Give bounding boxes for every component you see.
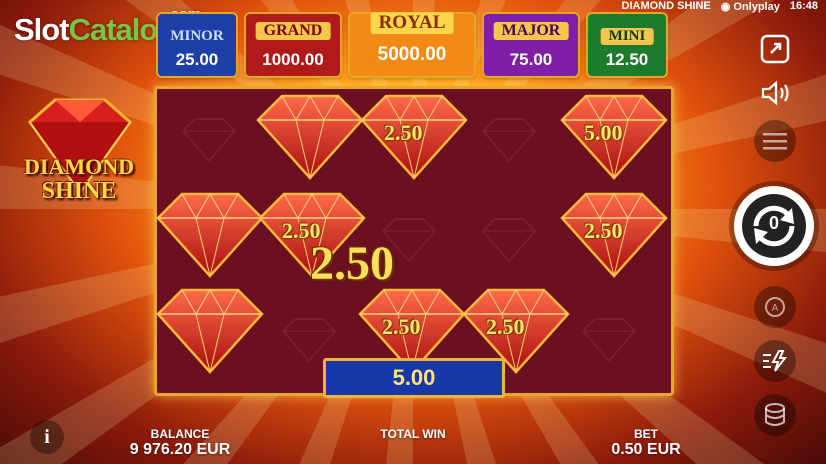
menu-icon bbox=[763, 133, 787, 150]
jackpot-label: MAJOR bbox=[493, 22, 569, 40]
provider: ◉ Onlyplay bbox=[720, 0, 780, 13]
total-win-box: 5.00 bbox=[323, 358, 505, 398]
bet-button[interactable] bbox=[754, 394, 796, 436]
jackpot-value: 25.00 bbox=[175, 50, 219, 69]
balance-value: 9 976.20 EUR bbox=[129, 441, 231, 458]
jackpot-mini: MINI 12.50 bbox=[588, 14, 666, 76]
jackpot-label: ROYAL bbox=[370, 12, 454, 34]
menu-button[interactable] bbox=[754, 120, 796, 162]
jackpot-label: MINOR bbox=[162, 28, 232, 45]
fullscreen-button[interactable] bbox=[756, 30, 794, 68]
status-bar: DIAMOND SHINE ◉ Onlyplay 16:48 bbox=[621, 0, 819, 13]
spin-count: 0 bbox=[768, 213, 779, 233]
jackpot-royal: ROYAL 5000.00 bbox=[350, 12, 474, 76]
symbol-value: 2.50 bbox=[384, 120, 423, 145]
jackpot-label: MINI bbox=[600, 28, 654, 45]
total-win-label: TOTAL WIN bbox=[380, 427, 446, 441]
bet-value: 0.50 EUR bbox=[611, 441, 681, 458]
autoplay-icon: A bbox=[765, 297, 785, 317]
win-amount-popup: 2.50 bbox=[310, 237, 394, 290]
watermark-text: Slot bbox=[14, 12, 70, 47]
jackpot-value: 75.00 bbox=[509, 50, 553, 69]
symbol-value: 2.50 bbox=[486, 314, 525, 339]
watermark: SlotCatalog .com bbox=[14, 6, 201, 48]
empty-diamond-icon bbox=[181, 118, 237, 163]
reel-cell bbox=[459, 193, 559, 287]
empty-diamond-icon bbox=[481, 118, 537, 163]
diamond-icon bbox=[156, 288, 264, 374]
fullscreen-icon bbox=[760, 34, 790, 64]
empty-diamond-icon bbox=[581, 318, 637, 363]
empty-diamond-icon bbox=[281, 318, 337, 363]
diamond-icon bbox=[256, 94, 364, 180]
logo-line: DIAMOND bbox=[24, 154, 134, 179]
reel-cell bbox=[159, 93, 259, 187]
balance-label: BALANCE bbox=[150, 427, 210, 441]
sound-icon bbox=[761, 80, 789, 106]
total-win-display: TOTAL WIN bbox=[353, 427, 473, 441]
symbol-value: 5.00 bbox=[584, 120, 623, 145]
red-diamond-symbol bbox=[252, 92, 368, 182]
empty-diamond-icon bbox=[481, 218, 537, 263]
jackpot-value: 12.50 bbox=[605, 50, 649, 69]
symbol-value: 2.50 bbox=[382, 314, 421, 339]
jackpot-value: 1000.00 bbox=[262, 50, 324, 69]
turbo-icon bbox=[763, 350, 788, 372]
info-button[interactable]: i bbox=[30, 420, 64, 454]
symbol-value: 2.50 bbox=[584, 218, 623, 243]
provider-name: Onlyplay bbox=[733, 0, 780, 13]
clock: 16:48 bbox=[789, 0, 818, 12]
game-title: DIAMOND SHINE bbox=[621, 0, 711, 12]
jackpot-grand: GRAND 1000.00 bbox=[246, 14, 340, 76]
spin-button[interactable]: 0 bbox=[734, 186, 814, 266]
jackpot-label: GRAND bbox=[255, 22, 331, 40]
turbo-button[interactable] bbox=[754, 340, 796, 382]
info-icon: i bbox=[44, 426, 50, 448]
diamond-icon bbox=[156, 192, 264, 278]
reel-cell bbox=[559, 293, 659, 387]
sound-button[interactable] bbox=[756, 76, 794, 110]
coins-icon bbox=[765, 403, 785, 426]
svg-text:A: A bbox=[772, 303, 779, 314]
jackpot-value: 5000.00 bbox=[377, 44, 447, 65]
bet-label: BET bbox=[634, 427, 658, 441]
jackpot-minor: MINOR 25.00 bbox=[158, 14, 236, 76]
autoplay-button[interactable]: A bbox=[754, 286, 796, 328]
bet-display: BET 0.50 EUR bbox=[586, 427, 706, 459]
red-diamond-symbol bbox=[152, 286, 268, 376]
logo-line: SHINE bbox=[41, 178, 117, 204]
reel-cell bbox=[459, 93, 559, 187]
red-diamond-symbol bbox=[152, 190, 268, 280]
jackpot-major: MAJOR 75.00 bbox=[484, 14, 578, 76]
balance-display: BALANCE 9 976.20 EUR bbox=[120, 427, 240, 459]
game-logo-text: DIAMOND SHINE bbox=[18, 154, 140, 204]
